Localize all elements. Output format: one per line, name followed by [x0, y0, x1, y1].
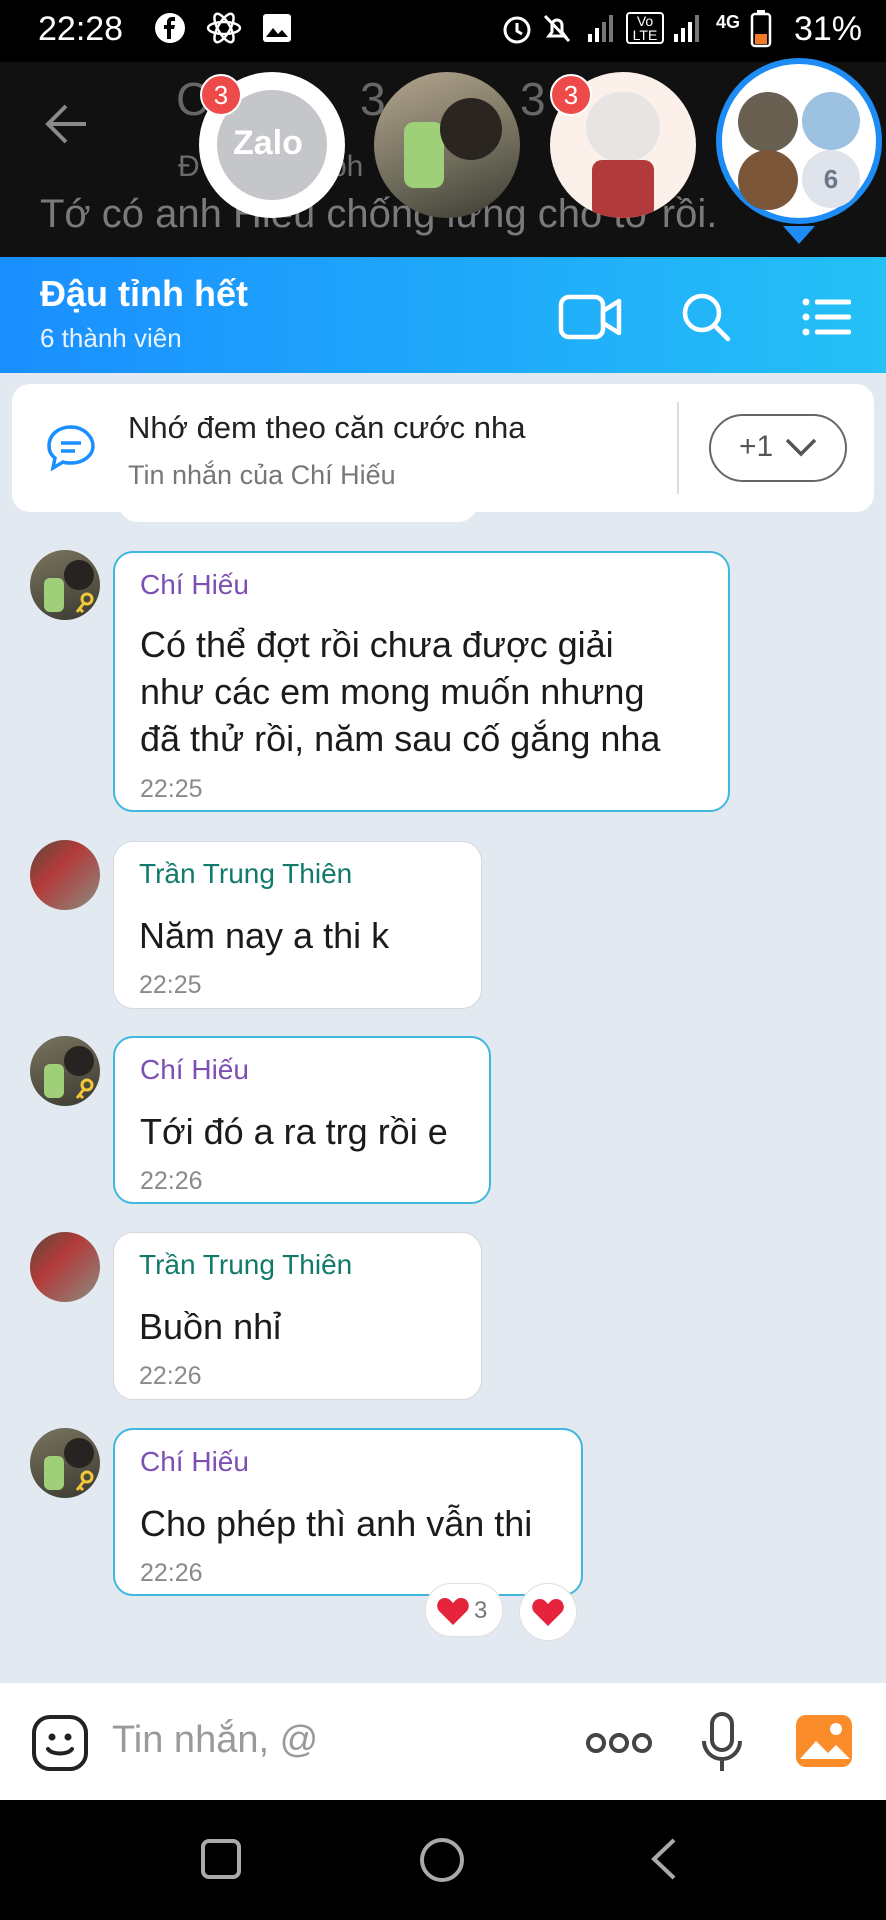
react-heart-button[interactable]	[519, 1583, 577, 1641]
recents-icon[interactable]	[200, 1838, 242, 1880]
avatar-tran-trung-thien[interactable]	[30, 1232, 100, 1302]
key-icon	[75, 1078, 94, 1100]
sender-name: Chí Hiếu	[140, 1054, 249, 1085]
message-bubble[interactable]: Chí Hiếu Cho phép thì anh vẫn thi 22:26	[113, 1428, 583, 1596]
message-text: Năm nay a thi k	[139, 915, 390, 956]
message-bubble[interactable]: Trần Trung Thiên Năm nay a thi k 22:25	[113, 841, 482, 1009]
pinned-more-count: +1	[739, 430, 774, 463]
chat-bubble-icon	[47, 425, 95, 472]
group-member-count: 6	[802, 150, 860, 208]
message-time: 22:25	[140, 775, 203, 803]
message-time: 22:26	[140, 1167, 203, 1195]
key-icon	[75, 592, 94, 614]
pinned-more-button[interactable]: +1	[709, 414, 847, 482]
previous-message-bubble	[118, 500, 478, 522]
signal-icon-2	[674, 15, 699, 42]
avatar-image	[44, 578, 64, 612]
avatar-image	[64, 1438, 94, 1468]
chevron-down-icon	[785, 438, 817, 457]
divider	[677, 402, 679, 494]
member-count[interactable]: 6 thành viên	[40, 323, 182, 354]
home-icon[interactable]	[418, 1836, 466, 1884]
message-input[interactable]: Tin nhắn, @	[112, 1719, 318, 1762]
message-time: 22:25	[139, 971, 202, 999]
pinned-text: Nhớ đem theo căn cước nha	[128, 410, 526, 445]
unread-badge: 3	[550, 74, 592, 116]
alarm-icon	[503, 16, 531, 44]
avatar-image	[440, 98, 502, 160]
signal-icon-1	[588, 15, 613, 42]
group-member-avatar	[802, 92, 860, 150]
microphone-icon[interactable]	[700, 1711, 744, 1775]
emoji-icon[interactable]	[30, 1713, 90, 1773]
facebook-icon	[155, 13, 185, 43]
message-text: Có thể đợt rồi chưa được giải	[140, 624, 614, 665]
message-time: 22:26	[139, 1362, 202, 1390]
message-time: 22:26	[140, 1559, 203, 1587]
video-call-icon[interactable]	[558, 293, 624, 341]
chat-title[interactable]: Đậu tỉnh hết	[40, 273, 248, 315]
message-text: Tới đó a ra trg rồi e	[140, 1111, 448, 1152]
reaction-summary[interactable]: 3	[425, 1583, 503, 1637]
message-text: đã thử rồi, năm sau cố gắng nha	[140, 718, 661, 759]
gallery-icon	[263, 14, 291, 42]
more-options-icon[interactable]	[584, 1731, 654, 1755]
heart-icon	[437, 1598, 469, 1625]
avatar-image	[64, 560, 94, 590]
avatar-tran-trung-thien[interactable]	[30, 840, 100, 910]
message-text: Cho phép thì anh vẫn thi	[140, 1503, 533, 1544]
sender-name: Chí Hiếu	[140, 569, 249, 600]
heart-icon	[532, 1599, 564, 1626]
message-bubble[interactable]: Chí Hiếu Có thể đợt rồi chưa được giải n…	[113, 551, 730, 812]
volte-icon: Vo LTE	[626, 12, 664, 44]
avatar-image	[404, 122, 444, 188]
status-time: 22:28	[38, 10, 124, 48]
background-subtitle: Đ	[178, 150, 200, 183]
pinned-source: Tin nhắn của Chí Hiếu	[128, 460, 396, 490]
atom-icon	[206, 12, 242, 44]
sender-name: Trần Trung Thiên	[139, 1249, 353, 1280]
back-icon[interactable]	[648, 1836, 678, 1882]
active-pointer	[783, 226, 815, 244]
sender-name: Chí Hiếu	[140, 1446, 249, 1477]
battery-level: 31%	[793, 10, 862, 48]
back-arrow-icon[interactable]	[44, 102, 88, 146]
system-nav-bar	[0, 1800, 886, 1920]
chat-header: Đậu tỉnh hết 6 thành viên	[0, 257, 886, 373]
zalo-logo-text: Zalo	[233, 124, 303, 162]
chat-head-contact[interactable]	[374, 72, 520, 218]
message-text: Buồn nhỉ	[139, 1306, 282, 1347]
avatar-image	[44, 1456, 64, 1490]
avatar-image	[592, 160, 654, 218]
network-type: 4G	[716, 12, 741, 32]
status-bar: 22:28 Vo LTE 4G 31%	[0, 0, 886, 62]
mute-icon	[543, 14, 571, 43]
menu-list-icon[interactable]	[802, 297, 852, 337]
message-bubble[interactable]: Trần Trung Thiên Buồn nhỉ 22:26	[113, 1232, 482, 1400]
pinned-message[interactable]: Nhớ đem theo căn cước nha Tin nhắn của C…	[12, 384, 874, 512]
group-member-avatar	[738, 92, 798, 152]
unread-badge: 3	[200, 74, 242, 116]
avatar-image	[44, 1064, 64, 1098]
key-icon	[75, 1470, 94, 1492]
message-bubble[interactable]: Chí Hiếu Tới đó a ra trg rồi e 22:26	[113, 1036, 491, 1204]
message-text: như các em mong muốn nhưng	[140, 671, 645, 712]
message-input-bar: Tin nhắn, @	[0, 1683, 886, 1800]
image-picker-icon[interactable]	[794, 1713, 854, 1769]
group-member-avatar	[738, 150, 798, 210]
background-title-fragment: 3	[520, 73, 546, 125]
avatar-image	[64, 1046, 94, 1076]
reaction-count: 3	[474, 1597, 488, 1624]
search-icon[interactable]	[680, 291, 732, 343]
battery-icon	[750, 10, 772, 48]
sender-name: Trần Trung Thiên	[139, 858, 353, 889]
chat-head-group-active[interactable]: 6	[716, 58, 882, 224]
avatar-image	[586, 92, 660, 162]
